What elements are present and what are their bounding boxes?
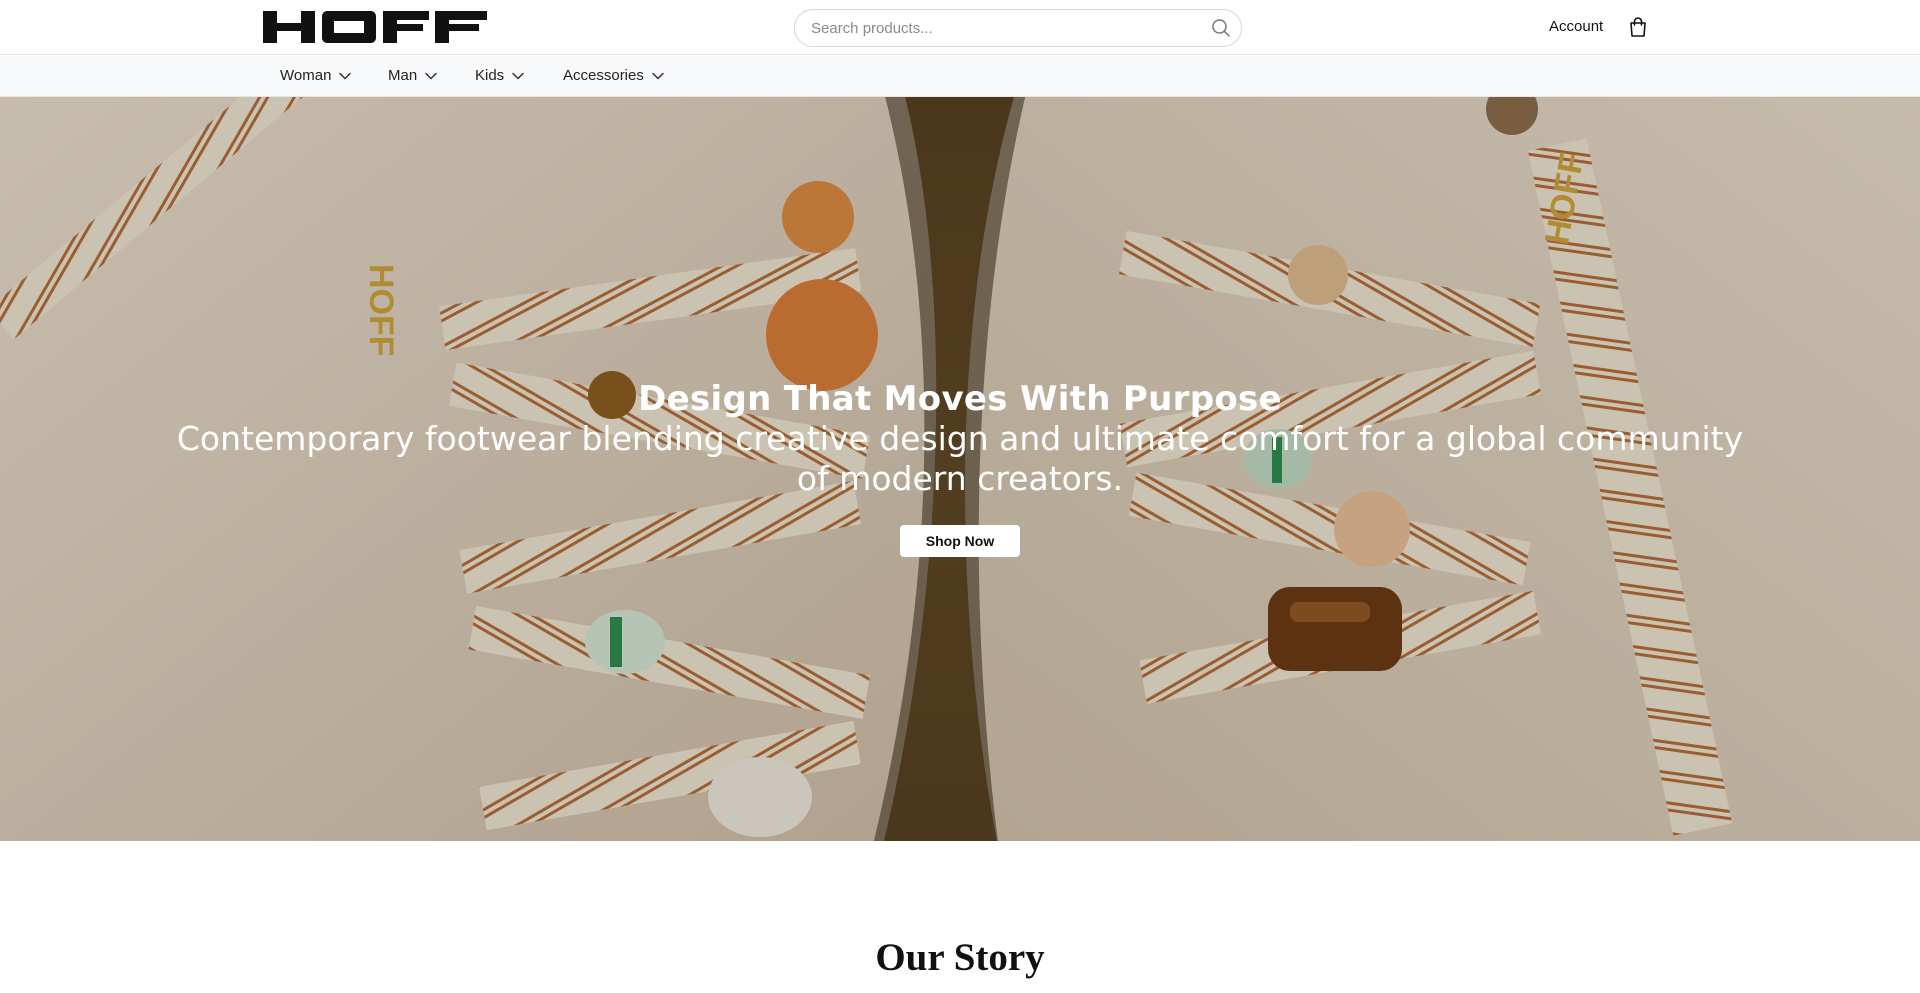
site-header: Account: [0, 0, 1920, 55]
search-input[interactable]: [811, 10, 1201, 46]
nav-item-label: Man: [388, 67, 418, 84]
our-story-heading: Our Story: [875, 936, 1045, 979]
hero-banner: HOFF HOFF Design That Moves With Purpose…: [0, 97, 1920, 841]
hoff-logo[interactable]: [263, 11, 487, 43]
hero-subtitle: Contemporary footwear blending creative …: [176, 419, 1744, 498]
search-box: [794, 9, 1242, 47]
nav-item-label: Kids: [475, 67, 505, 84]
account-link[interactable]: Account: [1549, 18, 1603, 35]
hero-title: Design That Moves With Purpose: [638, 379, 1282, 419]
nav-item-man[interactable]: Man: [388, 67, 437, 84]
chevron-down-icon: [425, 72, 437, 79]
chevron-down-icon: [652, 72, 664, 79]
chevron-down-icon: [339, 72, 352, 79]
shopping-bag-icon[interactable]: [1628, 16, 1648, 38]
nav-item-accessories[interactable]: Accessories: [563, 67, 664, 84]
chevron-down-icon: [512, 72, 524, 79]
shop-now-button[interactable]: Shop Now: [900, 525, 1020, 557]
nav-item-woman[interactable]: Woman: [280, 67, 352, 84]
nav-item-label: Woman: [280, 67, 332, 84]
search-icon[interactable]: [1211, 18, 1231, 38]
nav-item-label: Accessories: [563, 67, 644, 84]
category-nav: Woman Man Kids Accessories: [0, 56, 1920, 97]
nav-item-kids[interactable]: Kids: [475, 67, 524, 84]
